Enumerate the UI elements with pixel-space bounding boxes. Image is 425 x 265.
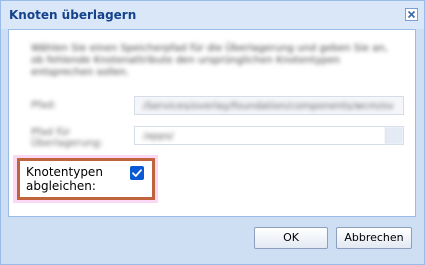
dialog-title: Knoten überlagern — [9, 8, 137, 22]
cancel-button[interactable]: Abbrechen — [336, 227, 412, 249]
path-field[interactable]: /Services/overlay/foundation/components/… — [134, 96, 404, 115]
match-nodetypes-checkbox[interactable] — [130, 166, 144, 180]
close-button[interactable] — [405, 8, 418, 21]
checkmark-icon — [132, 169, 142, 177]
overlay-path-value: /apps/ — [143, 131, 174, 142]
close-icon — [407, 10, 416, 19]
dialog-description: Wählen Sie einen Speicherpfad für die Üb… — [31, 43, 388, 78]
overlay-path-label: Pfad für Überlagerung: — [31, 127, 103, 149]
path-label: Pfad: — [31, 100, 57, 111]
overlay-path-combo[interactable]: /apps/ — [134, 126, 404, 145]
path-field-value: /Services/overlay/foundation/components/… — [143, 101, 393, 112]
dialog-titlebar[interactable]: Knoten überlagern — [1, 1, 424, 29]
chevron-down-icon[interactable] — [385, 127, 403, 144]
match-nodetypes-label: Knotentypen abgleichen: — [26, 165, 103, 193]
overlay-node-dialog: Knoten überlagern Wählen Sie einen Speic… — [0, 0, 425, 265]
ok-button[interactable]: OK — [254, 227, 328, 249]
